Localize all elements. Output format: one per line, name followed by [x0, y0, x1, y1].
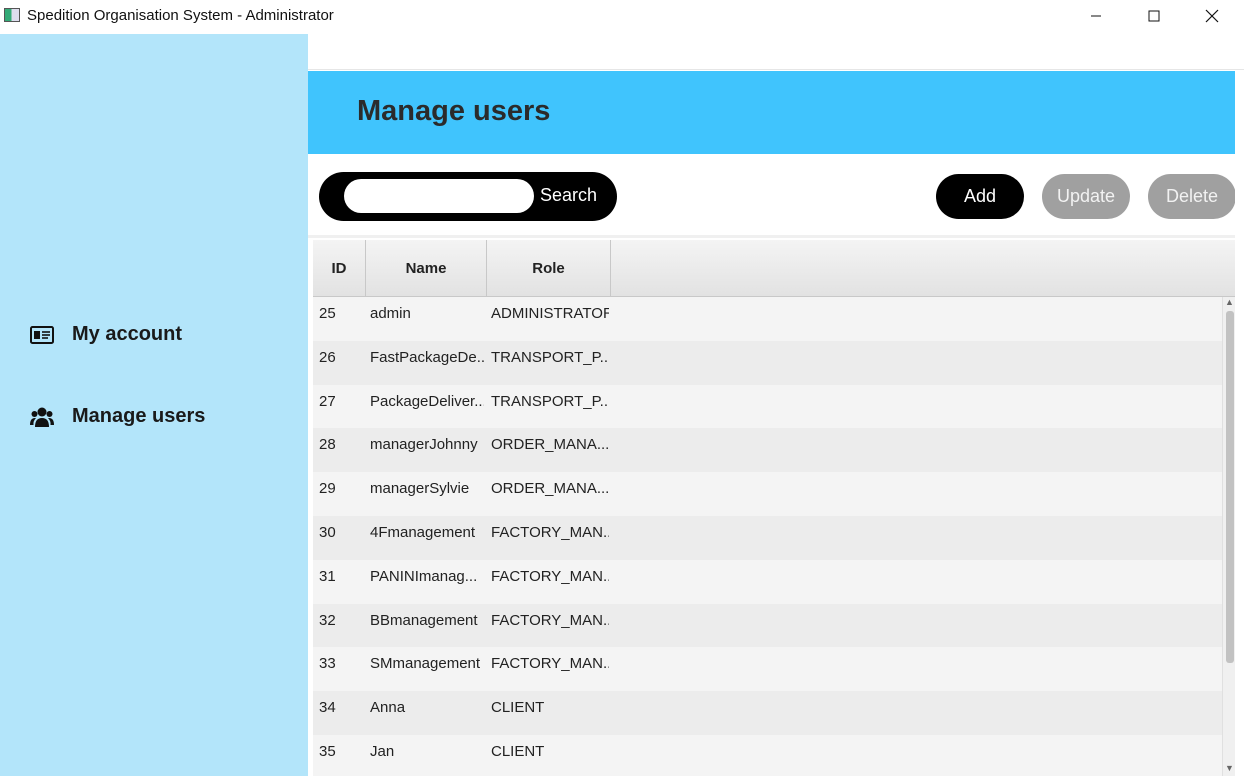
column-header-id[interactable]: ID	[313, 240, 366, 297]
toolbar: Search Add Update Delete	[308, 154, 1236, 238]
cell-name: FastPackageDe...	[370, 348, 484, 366]
table-row[interactable]: 26 FastPackageDe... TRANSPORT_P...	[313, 340, 1223, 385]
users-table: ID Name Role 25 admin ADMINISTRATOR 26 Fast…	[313, 240, 1235, 776]
cell-id: 32	[319, 611, 336, 629]
cell-id: 31	[319, 567, 336, 585]
cell-role: FACTORY_MAN...	[491, 655, 609, 673]
table-row[interactable]: 30 4Fmanagement FACTORY_MAN...	[313, 515, 1223, 560]
users-icon	[30, 407, 54, 427]
sidebar-item-label: Manage users	[72, 405, 206, 427]
search-button[interactable]: Search	[540, 185, 597, 206]
scroll-up-icon[interactable]: ▲	[1225, 297, 1234, 307]
delete-button[interactable]: Delete	[1148, 174, 1236, 219]
id-card-icon	[30, 325, 54, 344]
minimize-button[interactable]	[1073, 0, 1119, 32]
table-row[interactable]: 28 managerJohnny ORDER_MANA...	[313, 428, 1223, 473]
window-edge	[1235, 71, 1244, 776]
table-row[interactable]: 33 SMmanagement FACTORY_MAN...	[313, 647, 1223, 692]
cell-role: TRANSPORT_P...	[491, 392, 609, 410]
scrollbar-thumb[interactable]	[1226, 311, 1234, 663]
page-header: Manage users	[308, 71, 1235, 154]
cell-id: 33	[319, 655, 336, 673]
table-row[interactable]: 35 Jan CLIENT	[313, 734, 1223, 776]
update-button[interactable]: Update	[1042, 174, 1130, 219]
top-strip	[308, 34, 1244, 70]
cell-id: 29	[319, 480, 336, 498]
page-title: Manage users	[357, 95, 551, 127]
window-title: Spedition Organisation System - Administ…	[27, 7, 334, 24]
maximize-icon	[1148, 10, 1160, 22]
table-row[interactable]: 29 managerSylvie ORDER_MANA...	[313, 472, 1223, 516]
table-row[interactable]: 31 PANINImanag... FACTORY_MAN...	[313, 559, 1223, 604]
cell-id: 28	[319, 436, 336, 454]
table-row[interactable]: 34 Anna CLIENT	[313, 691, 1223, 735]
maximize-button[interactable]	[1131, 0, 1177, 32]
app-icon	[4, 8, 20, 22]
search-bar: Search	[319, 172, 617, 221]
cell-id: 27	[319, 392, 336, 410]
table-row[interactable]: 32 BBmanagement FACTORY_MAN...	[313, 603, 1223, 648]
cell-role: CLIENT	[491, 742, 545, 760]
sidebar: My account Manage users	[0, 34, 308, 776]
cell-name: Jan	[370, 742, 395, 760]
cell-id: 34	[319, 699, 336, 717]
cell-name: 4Fmanagement	[370, 523, 476, 541]
cell-name: managerJohnny	[370, 436, 478, 454]
column-header-role[interactable]: Role	[487, 240, 611, 297]
cell-name: Anna	[370, 699, 406, 717]
cell-id: 35	[319, 742, 336, 760]
table-row[interactable]: 27 PackageDeliver... TRANSPORT_P...	[313, 384, 1223, 429]
cell-id: 30	[319, 523, 336, 541]
cell-name: PackageDeliver...	[370, 392, 484, 410]
cell-role: TRANSPORT_P...	[491, 348, 609, 366]
cell-role: ADMINISTRATOR	[491, 305, 609, 322]
cell-role: ORDER_MANA...	[491, 480, 609, 498]
sidebar-item-my-account[interactable]: My account	[30, 323, 182, 346]
table-scrollbar[interactable]: ▲ ▼	[1222, 297, 1235, 776]
cell-role: FACTORY_MAN...	[491, 523, 609, 541]
cell-name: managerSylvie	[370, 480, 470, 498]
table-row[interactable]: 25 admin ADMINISTRATOR	[313, 297, 1223, 341]
cell-role: ORDER_MANA...	[491, 436, 609, 454]
cell-name: SMmanagement	[370, 655, 481, 673]
cell-id: 25	[319, 305, 336, 322]
add-button[interactable]: Add	[936, 174, 1024, 219]
cell-name: admin	[370, 305, 411, 322]
search-input[interactable]	[344, 179, 534, 213]
cell-role: CLIENT	[491, 699, 545, 717]
cell-role: FACTORY_MAN...	[491, 567, 609, 585]
column-header-name[interactable]: Name	[366, 240, 487, 297]
cell-role: FACTORY_MAN...	[491, 611, 609, 629]
close-button[interactable]	[1189, 0, 1235, 32]
table-body: 25 admin ADMINISTRATOR 26 FastPackageDe... T…	[313, 297, 1223, 776]
window-titlebar: Spedition Organisation System - Administ…	[0, 0, 1244, 32]
sidebar-item-label: My account	[72, 323, 183, 345]
scroll-down-icon[interactable]: ▼	[1225, 763, 1234, 773]
sidebar-item-manage-users[interactable]: Manage users	[30, 405, 205, 428]
cell-name: BBmanagement	[370, 611, 478, 629]
cell-name: PANINImanag...	[370, 567, 478, 585]
close-icon	[1205, 9, 1219, 23]
minimize-icon	[1091, 15, 1101, 17]
cell-id: 26	[319, 348, 336, 366]
table-header: ID Name Role	[313, 240, 1235, 297]
